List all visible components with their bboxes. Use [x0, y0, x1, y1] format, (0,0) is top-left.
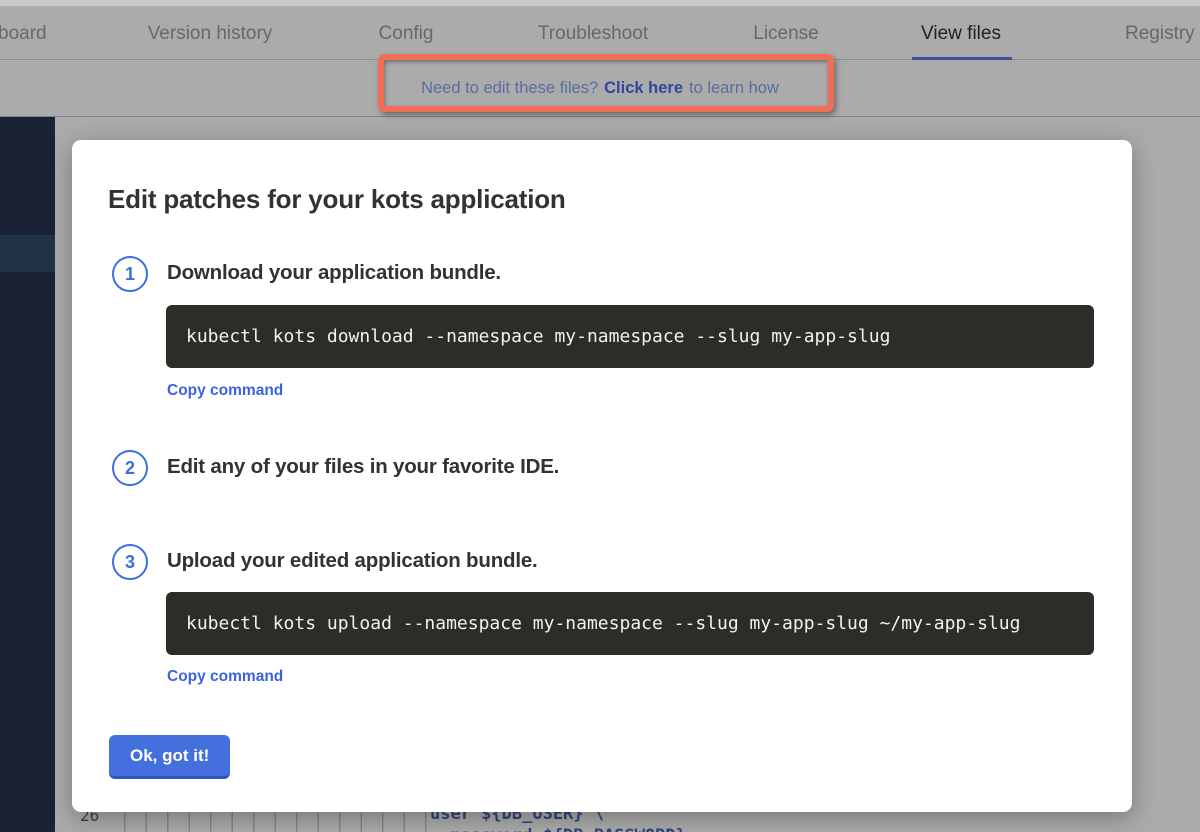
upload-command-block: kubectl kots upload --namespace my-names… [166, 592, 1094, 655]
step-2-badge: 2 [112, 450, 148, 486]
annotation-highlight-box [378, 54, 834, 112]
modal-title: Edit patches for your kots application [108, 184, 566, 215]
step-3-heading: Upload your edited application bundle. [167, 549, 538, 573]
copy-download-command-link[interactable]: Copy command [167, 382, 283, 400]
copy-upload-command-link[interactable]: Copy command [167, 668, 283, 686]
ok-got-it-button[interactable]: Ok, got it! [109, 735, 230, 779]
step-1-heading: Download your application bundle. [167, 261, 501, 285]
window-top-edge [0, 0, 1200, 6]
download-command-block: kubectl kots download --namespace my-nam… [166, 305, 1094, 368]
edit-patches-modal: Edit patches for your kots application 1… [72, 140, 1132, 812]
upload-command-text: kubectl kots upload --namespace my-names… [166, 613, 1020, 634]
kots-admin-console: board Version history Config Troubleshoo… [0, 0, 1200, 832]
step-2-heading: Edit any of your files in your favorite … [167, 455, 559, 479]
step-3-badge: 3 [112, 544, 148, 580]
step-1-badge: 1 [112, 256, 148, 292]
download-command-text: kubectl kots download --namespace my-nam… [166, 326, 890, 347]
